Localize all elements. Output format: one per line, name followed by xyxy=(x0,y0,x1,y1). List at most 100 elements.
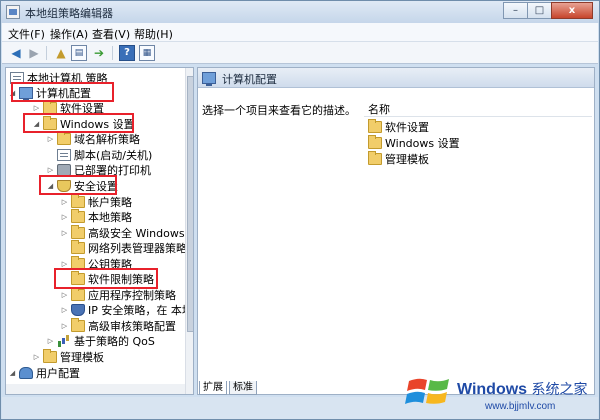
list-item-software-settings[interactable]: 软件设置 xyxy=(368,119,429,135)
menu-file[interactable]: 文件(F) xyxy=(8,26,45,42)
help-icon[interactable]: ? xyxy=(119,45,135,61)
watermark: Windows 系统之家 www.bjjmlv.com xyxy=(405,367,597,419)
expand-arrow-icon[interactable]: ▷ xyxy=(60,213,69,221)
folder-icon xyxy=(71,225,85,239)
menu-help[interactable]: 帮助(H) xyxy=(134,26,173,42)
tree-label: 应用程序控制策略 xyxy=(88,289,176,302)
tree-label: 高级安全 Windows 防 xyxy=(88,227,194,240)
column-label: 名称 xyxy=(368,103,390,116)
toolbar: ◀ ▶ ▲ ▤ ➔ ? ▦ xyxy=(2,42,598,64)
expand-arrow-icon[interactable]: ▷ xyxy=(32,353,41,361)
tree-label: 帐户策略 xyxy=(88,196,132,209)
expand-arrow-icon[interactable]: ▷ xyxy=(60,306,69,314)
title-bar[interactable]: 本地组策略编辑器 – □ x xyxy=(1,1,599,23)
up-folder-icon[interactable]: ▲ xyxy=(53,45,69,61)
expand-arrow-icon[interactable]: ▷ xyxy=(60,291,69,299)
tree-item-ip-security[interactable]: ▷ IP 安全策略，在 本地 xyxy=(60,302,193,318)
close-button[interactable]: x xyxy=(551,2,593,19)
tree-item-network-list[interactable]: 网络列表管理器策略 xyxy=(69,240,187,256)
forward-arrow-icon[interactable]: ▶ xyxy=(26,45,42,61)
tab-standard[interactable]: 标准 xyxy=(229,381,257,395)
folder-icon xyxy=(71,318,85,332)
ipsec-icon xyxy=(71,304,85,316)
export-list-icon[interactable]: ➔ xyxy=(91,45,107,61)
tree-label: 用户配置 xyxy=(36,367,80,380)
list-item-label: Windows 设置 xyxy=(385,137,460,150)
details-title: 计算机配置 xyxy=(222,73,277,86)
window-controls: – □ x xyxy=(503,2,593,19)
tree-label: 管理模板 xyxy=(60,351,104,364)
app-icon xyxy=(6,5,20,19)
column-header-name[interactable]: 名称 xyxy=(364,99,592,117)
tree-label: 基于策略的 QoS xyxy=(74,335,155,348)
folder-icon xyxy=(43,349,57,363)
lock-folder-icon xyxy=(71,209,85,223)
expand-arrow-icon[interactable]: ▷ xyxy=(46,337,55,345)
expand-arrow-icon[interactable]: ▷ xyxy=(32,104,41,112)
tree-horizontal-scrollbar[interactable] xyxy=(6,384,185,394)
scrollbar-thumb[interactable] xyxy=(187,76,193,332)
highlight-computer-config xyxy=(11,82,114,102)
tree-label: 脚本(启动/关机) xyxy=(74,149,153,162)
back-arrow-icon[interactable]: ◀ xyxy=(8,45,24,61)
list-item-label: 软件设置 xyxy=(385,121,429,134)
bar-chart-icon xyxy=(57,335,71,347)
expand-arrow-icon[interactable]: ▷ xyxy=(46,166,55,174)
collapse-arrow-icon[interactable]: ◢ xyxy=(8,369,17,377)
watermark-brand: Windows xyxy=(457,381,528,398)
menu-action[interactable]: 操作(A) xyxy=(50,26,88,42)
list-item-admin-templates[interactable]: 管理模板 xyxy=(368,151,429,167)
tree-item-admin-templates[interactable]: ▷ 管理模板 xyxy=(32,349,104,365)
lock-folder-icon xyxy=(71,194,85,208)
folder-icon xyxy=(71,240,85,254)
watermark-title: Windows 系统之家 xyxy=(457,379,588,399)
tree-label: IP 安全策略，在 本地 xyxy=(88,304,193,317)
tree-label: 域名解析策略 xyxy=(74,133,140,146)
tree-label: 网络列表管理器策略 xyxy=(88,242,187,255)
folder-icon xyxy=(368,119,382,133)
toolbar-separator xyxy=(112,46,113,60)
tree-item-dns-policy[interactable]: ▷ 域名解析策略 xyxy=(46,131,140,147)
tree-vertical-scrollbar[interactable] xyxy=(185,68,193,394)
tree-item-scripts[interactable]: 脚本(启动/关机) xyxy=(55,147,152,163)
folder-icon xyxy=(57,131,71,145)
folder-icon xyxy=(368,151,382,165)
tree-item-advanced-audit[interactable]: ▷ 高级审核策略配置 xyxy=(60,318,176,334)
watermark-brand-cn: 系统之家 xyxy=(531,381,588,397)
expand-arrow-icon[interactable]: ▷ xyxy=(46,135,55,143)
folder-icon xyxy=(71,287,85,301)
tree-label: 本地策略 xyxy=(88,211,132,224)
list-item-windows-settings[interactable]: Windows 设置 xyxy=(368,135,460,151)
folder-icon xyxy=(368,135,382,149)
expand-arrow-icon[interactable]: ▷ xyxy=(60,260,69,268)
list-item-label: 管理模板 xyxy=(385,153,429,166)
highlight-security-settings xyxy=(39,175,117,195)
expand-arrow-icon[interactable]: ▷ xyxy=(60,198,69,206)
highlight-windows-settings xyxy=(23,113,134,133)
users-icon xyxy=(19,367,33,379)
tree-item-account-policies[interactable]: ▷ 帐户策略 xyxy=(60,194,132,210)
details-header: 计算机配置 xyxy=(198,68,594,88)
script-icon xyxy=(57,149,71,161)
tab-extended[interactable]: 扩展 xyxy=(199,381,227,395)
windows-logo-icon xyxy=(405,378,449,404)
description-text: 选择一个项目来查看它的描述。 xyxy=(202,104,356,117)
app-window: 本地组策略编辑器 – □ x 文件(F) 操作(A) 查看(V) 帮助(H) ◀… xyxy=(0,0,600,420)
computer-icon xyxy=(202,72,216,86)
tree-item-local-policies[interactable]: ▷ 本地策略 xyxy=(60,209,132,225)
maximize-button[interactable]: □ xyxy=(527,2,552,19)
show-hide-tree-icon[interactable]: ▤ xyxy=(71,45,87,61)
tree-pane[interactable]: 本地计算机 策略 ◢ 计算机配置 ▷ 软件设置 ◢ Windows 设置 ▷ 域… xyxy=(5,67,194,395)
minimize-button[interactable]: – xyxy=(503,2,528,19)
window-title: 本地组策略编辑器 xyxy=(25,7,113,20)
expand-arrow-icon[interactable]: ▷ xyxy=(60,322,69,330)
menu-view[interactable]: 查看(V) xyxy=(92,26,130,42)
tree-item-qos[interactable]: ▷ 基于策略的 QoS xyxy=(46,333,155,349)
watermark-url: www.bjjmlv.com xyxy=(485,401,556,412)
tree-item-user-config[interactable]: ◢ 用户配置 xyxy=(8,365,80,381)
expand-arrow-icon[interactable]: ▷ xyxy=(60,229,69,237)
tree-item-advanced-firewall[interactable]: ▷ 高级安全 Windows 防 xyxy=(60,225,194,241)
highlight-software-restriction xyxy=(54,268,158,289)
tree-item-app-control[interactable]: ▷ 应用程序控制策略 xyxy=(60,287,176,303)
properties-icon[interactable]: ▦ xyxy=(139,45,155,61)
